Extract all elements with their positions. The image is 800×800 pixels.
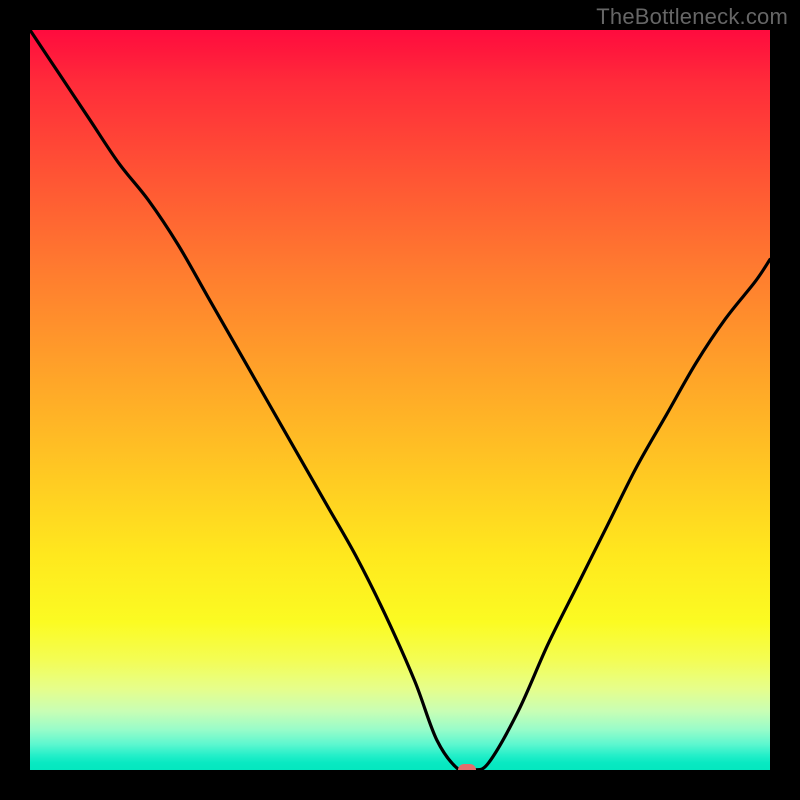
watermark-text: TheBottleneck.com xyxy=(596,4,788,30)
optimal-marker xyxy=(458,764,476,770)
plot-area xyxy=(30,30,770,770)
bottleneck-curve xyxy=(30,30,770,770)
chart-frame: TheBottleneck.com xyxy=(0,0,800,800)
curve-path xyxy=(30,30,770,770)
